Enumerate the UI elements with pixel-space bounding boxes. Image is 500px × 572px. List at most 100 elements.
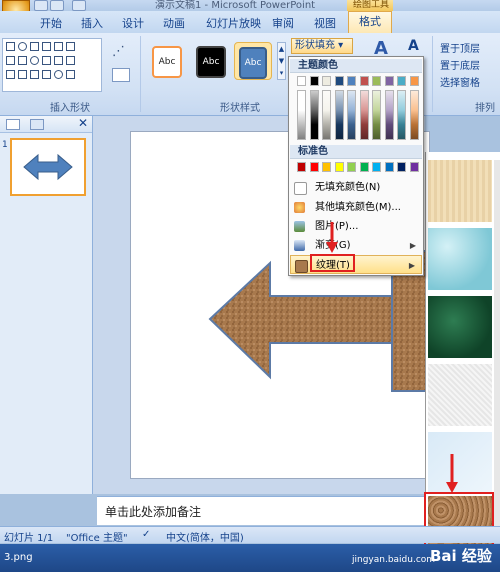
- oval-shape-icon[interactable]: [18, 42, 27, 51]
- curve-shape-icon[interactable]: [54, 56, 63, 65]
- standard-color-swatch[interactable]: [347, 162, 356, 172]
- theme-color-shade-column[interactable]: [409, 90, 419, 140]
- style-thumb-text: Abc: [239, 47, 267, 79]
- elbow-shape-icon[interactable]: [6, 70, 15, 79]
- brace-shape-icon[interactable]: [18, 70, 27, 79]
- texture-white-marble[interactable]: [428, 364, 492, 426]
- insert-shapes-group-label: 插入形状: [50, 103, 90, 114]
- callout-shape-icon[interactable]: [66, 70, 75, 79]
- theme-color-swatch[interactable]: [322, 76, 331, 86]
- text-fill-icon[interactable]: A: [408, 38, 419, 54]
- tab-insert[interactable]: 插入: [81, 15, 103, 31]
- menu-item-picture[interactable]: 图片(P)...: [290, 217, 422, 236]
- texture-green-marble[interactable]: [428, 296, 492, 358]
- slide-thumbnail[interactable]: [10, 138, 86, 196]
- tab-slideshow[interactable]: 幻灯片放映: [206, 15, 261, 31]
- theme-color-swatch[interactable]: [409, 76, 419, 86]
- connector-shape-icon[interactable]: [66, 56, 75, 65]
- tab-format[interactable]: 格式: [348, 11, 392, 33]
- standard-color-swatch[interactable]: [397, 162, 406, 172]
- style-gallery-scroll[interactable]: ▲ ▼ ▾: [277, 42, 286, 80]
- theme-color-swatch[interactable]: [359, 76, 369, 86]
- theme-color-shade-column[interactable]: [334, 90, 344, 140]
- taskbar-item[interactable]: 3.png: [4, 552, 33, 563]
- theme-color-shade-column[interactable]: [347, 90, 356, 140]
- texture-papyrus[interactable]: [428, 160, 492, 222]
- line2-shape-icon[interactable]: [66, 42, 75, 51]
- shape-style-thumb-orange[interactable]: Abc: [148, 42, 186, 80]
- send-backward-button[interactable]: 置于底层: [440, 57, 480, 72]
- theme-color-swatch[interactable]: [297, 76, 306, 86]
- menu-item-more-colors[interactable]: 其他填充颜色(M)...: [290, 198, 422, 217]
- ribbon-tab-bar: 开始 插入 设计 动画 幻灯片放映 审阅 视图: [0, 11, 500, 34]
- line-shape-icon[interactable]: [6, 42, 15, 51]
- shapes-gallery[interactable]: [2, 38, 102, 92]
- language-indicator: 中文(简体，中国): [166, 533, 244, 544]
- smiley-shape-icon[interactable]: [54, 70, 63, 79]
- standard-color-swatch[interactable]: [334, 162, 344, 172]
- tab-animation[interactable]: 动画: [163, 15, 185, 31]
- standard-color-swatch[interactable]: [322, 162, 331, 172]
- texture-blue-tissue[interactable]: [428, 432, 492, 494]
- submenu-arrow-icon: ▶: [408, 261, 415, 270]
- theme-color-shade-column[interactable]: [359, 90, 369, 140]
- shape-style-thumb-blue-selected[interactable]: Abc: [234, 42, 272, 80]
- theme-color-swatch[interactable]: [309, 76, 319, 86]
- close-pane-icon[interactable]: ✕: [78, 116, 88, 130]
- edit-shape-icon[interactable]: ⋰: [112, 44, 132, 59]
- theme-color-swatch[interactable]: [334, 76, 344, 86]
- standard-color-swatch[interactable]: [409, 162, 419, 172]
- arrow-shape-icon[interactable]: [6, 56, 15, 65]
- theme-color-shade-column[interactable]: [309, 90, 319, 140]
- theme-color-shade-column[interactable]: [397, 90, 406, 140]
- textbox-shape-icon[interactable]: [42, 42, 51, 51]
- menu-item-gradient[interactable]: 渐变(G) ▶: [290, 236, 422, 255]
- spellcheck-icon[interactable]: ✓: [142, 529, 150, 540]
- rect-shape-icon[interactable]: [30, 42, 39, 51]
- style-thumb-text: Abc: [196, 46, 226, 78]
- gradient-icon: [294, 240, 305, 251]
- tab-review[interactable]: 审阅: [272, 15, 294, 31]
- undo-icon[interactable]: [50, 0, 64, 11]
- standard-color-swatch[interactable]: [359, 162, 369, 172]
- gallery-scrollbar[interactable]: [494, 160, 500, 526]
- theme-color-swatch[interactable]: [372, 76, 381, 86]
- slide-counter: 幻灯片 1/1: [4, 533, 54, 544]
- tab-home[interactable]: 开始: [40, 15, 62, 31]
- theme-color-swatch[interactable]: [397, 76, 406, 86]
- slide-number: 1: [2, 140, 8, 150]
- slides-tab-icon[interactable]: [6, 119, 20, 130]
- redo-icon[interactable]: [72, 0, 86, 11]
- texture-water-droplets[interactable]: [428, 228, 492, 290]
- save-icon[interactable]: [34, 0, 48, 11]
- standard-color-swatch[interactable]: [372, 162, 381, 172]
- circle-shape-icon[interactable]: [30, 56, 39, 65]
- shape-style-thumb-black[interactable]: Abc: [192, 42, 230, 80]
- theme-color-shade-column[interactable]: [297, 90, 306, 140]
- theme-color-shade-column[interactable]: [322, 90, 331, 140]
- shape-fill-dropdown-menu: 主题颜色 标准色 无填充颜色(N) 其他填充颜色(M)... 图片(P)... …: [288, 56, 424, 276]
- theme-color-swatch[interactable]: [384, 76, 394, 86]
- theme-colors-header: 主题颜色: [290, 59, 422, 73]
- tab-view[interactable]: 视图: [314, 15, 336, 31]
- menu-item-no-fill[interactable]: 无填充颜色(N): [290, 178, 422, 197]
- square-shape-icon[interactable]: [42, 56, 51, 65]
- textbox-icon[interactable]: [112, 68, 130, 82]
- thumbnail-double-arrow: [23, 153, 73, 181]
- bring-forward-button[interactable]: 置于顶层: [440, 40, 480, 55]
- notes-pane[interactable]: 单击此处添加备注: [97, 496, 427, 525]
- selection-pane-button[interactable]: 选择窗格: [440, 74, 480, 89]
- shape-fill-button[interactable]: 形状填充 ▾: [291, 38, 353, 54]
- triangle-shape-icon[interactable]: [18, 56, 27, 65]
- theme-color-shade-column[interactable]: [384, 90, 394, 140]
- standard-color-swatch[interactable]: [384, 162, 394, 172]
- star-shape-icon[interactable]: [30, 70, 39, 79]
- tab-design[interactable]: 设计: [122, 15, 144, 31]
- outline-tab-icon[interactable]: [30, 119, 44, 130]
- standard-color-swatch[interactable]: [297, 162, 306, 172]
- theme-color-swatch[interactable]: [347, 76, 356, 86]
- rounded-rect-shape-icon[interactable]: [54, 42, 63, 51]
- cloud-shape-icon[interactable]: [42, 70, 51, 79]
- theme-color-shade-column[interactable]: [372, 90, 381, 140]
- standard-color-swatch[interactable]: [309, 162, 319, 172]
